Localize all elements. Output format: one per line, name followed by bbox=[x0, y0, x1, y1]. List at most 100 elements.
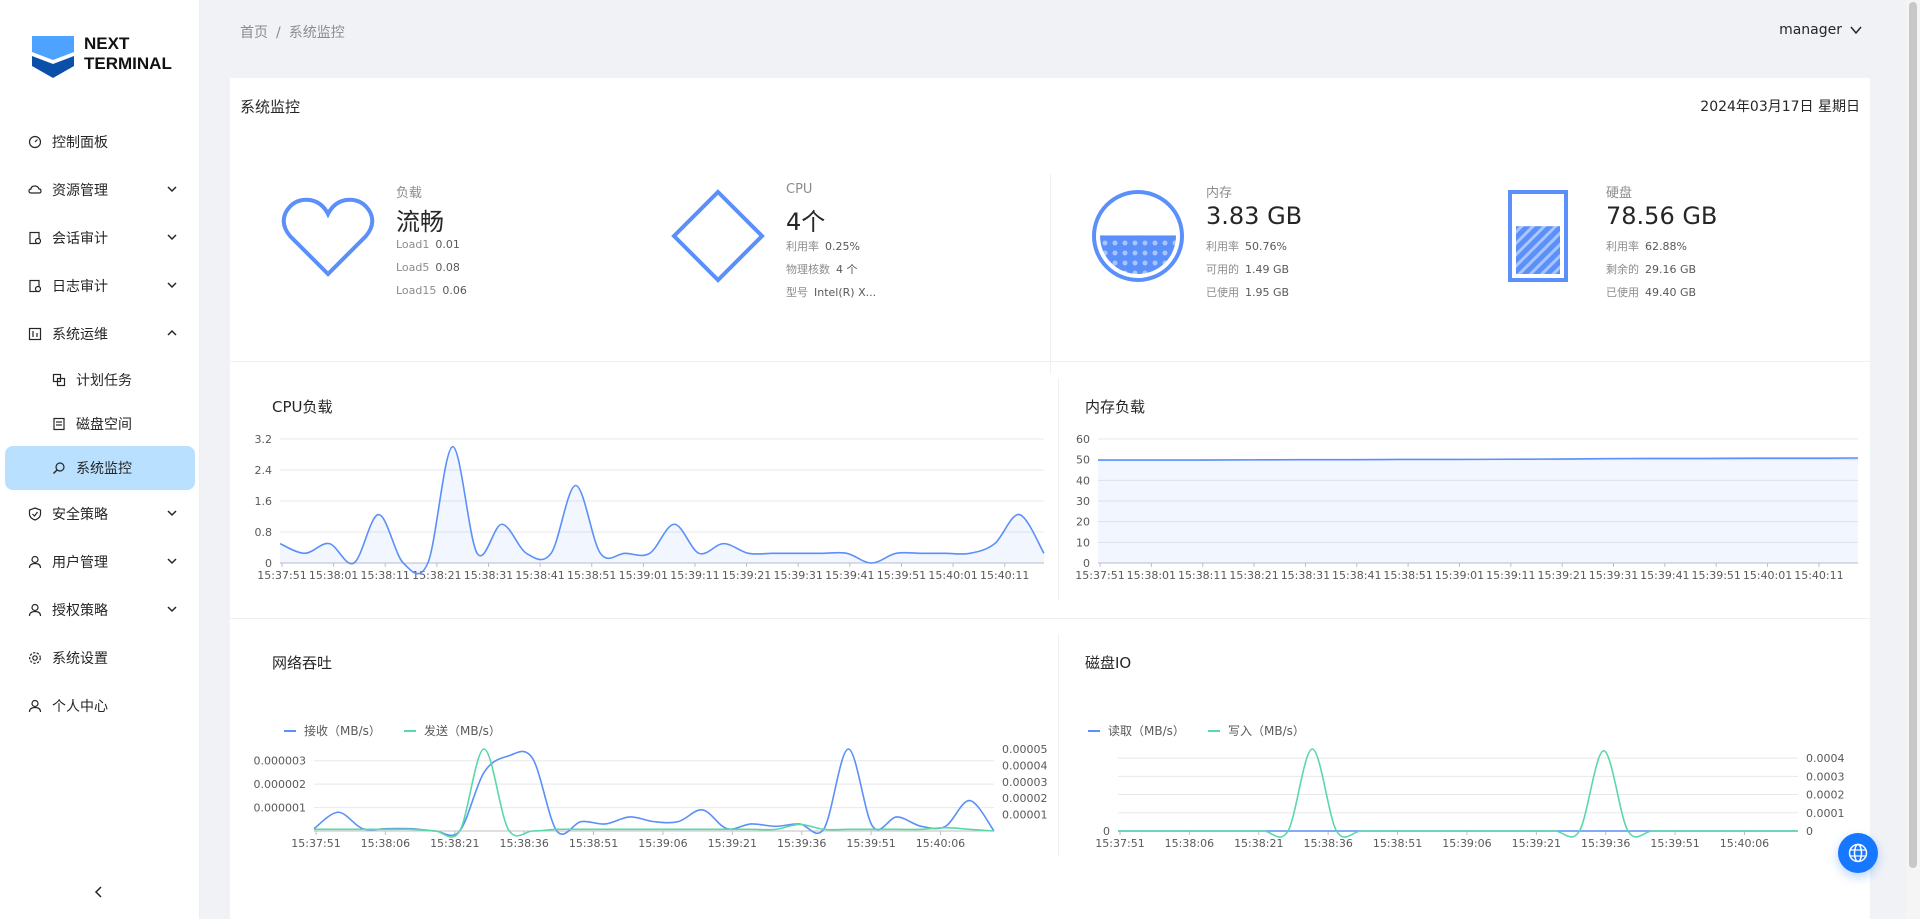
stat-load-label: 负载 bbox=[396, 186, 423, 201]
y-tick-label: 1.6 bbox=[255, 495, 273, 508]
profile-icon bbox=[28, 699, 42, 713]
breadcrumb-separator: / bbox=[276, 25, 281, 41]
series-line bbox=[313, 748, 995, 838]
page-scrollbar[interactable] bbox=[1906, 0, 1920, 919]
stat-disk-free: 剩余的 29.16 GB bbox=[1606, 261, 1696, 277]
x-tick-label: 15:39:21 bbox=[722, 569, 771, 582]
log-icon bbox=[29, 279, 42, 293]
x-tick-label: 15:38:31 bbox=[1281, 569, 1330, 582]
x-tick-label: 15:38:06 bbox=[361, 837, 410, 850]
y-right-tick-label: 0.0004 bbox=[1806, 752, 1845, 765]
stat-disk-free-label: 剩余的 bbox=[1606, 263, 1639, 276]
chevron-down-icon bbox=[167, 606, 177, 613]
sidebar-item-security[interactable]: 安全策略 bbox=[0, 490, 200, 538]
audit-icon bbox=[29, 231, 42, 245]
logo[interactable]: NEXT TERMINAL bbox=[32, 30, 172, 78]
chevron-up-icon bbox=[167, 329, 177, 336]
language-button[interactable] bbox=[1838, 833, 1878, 873]
sidebar-item-label: 用户管理 bbox=[52, 555, 108, 571]
gear-icon bbox=[29, 652, 41, 664]
stat-cpu: CPU 4个 利用率 0.25% 物理核数 4 个 型号 Intel(R) X... bbox=[670, 178, 1010, 328]
sidebar-item-system-monitor[interactable]: 系统监控 bbox=[5, 446, 195, 490]
x-tick-label: 15:40:01 bbox=[928, 569, 977, 582]
sidebar-item-scheduled-tasks[interactable]: 计划任务 bbox=[0, 358, 200, 402]
logo-line2: TERMINAL bbox=[84, 54, 172, 73]
sidebar-item-session-audit[interactable]: 会话审计 bbox=[0, 214, 200, 262]
disk-space-icon bbox=[53, 417, 65, 431]
x-tick-label: 15:37:51 bbox=[1075, 569, 1124, 582]
breadcrumb-home[interactable]: 首页 bbox=[240, 25, 268, 41]
breadcrumb-current: 系统监控 bbox=[288, 25, 345, 41]
mem-chart[interactable]: 010203040506015:37:51 15:38:01 15:38:11 15:… bbox=[1058, 423, 1870, 613]
x-tick-label: 15:38:51 bbox=[567, 569, 616, 582]
collapse-sidebar-icon[interactable] bbox=[92, 885, 106, 899]
x-tick-label: 15:39:51 bbox=[1650, 837, 1699, 850]
net-chart[interactable]: 接收（MB/s） 发送（MB/s） 0.000001 0.000002 0.000003… bbox=[230, 679, 1058, 874]
memory-fill bbox=[1100, 235, 1176, 274]
stat-load: 负载 流畅 Load1 0.01 Load5 0.08 Load15 0.06 bbox=[280, 178, 630, 328]
username: manager bbox=[1779, 22, 1842, 38]
stat-mem-used: 已使用 1.95 GB bbox=[1206, 284, 1289, 300]
x-tick-label: 15:39:11 bbox=[1486, 569, 1535, 582]
stat-disk-usage: 利用率 62.88% bbox=[1606, 238, 1687, 254]
sidebar-item-disk-space[interactable]: 磁盘空间 bbox=[0, 402, 200, 446]
x-tick-label: 15:38:01 bbox=[1127, 569, 1176, 582]
x-tick-label: 15:39:11 bbox=[670, 569, 719, 582]
x-tick-label: 15:39:01 bbox=[1435, 569, 1484, 582]
y-tick-label: 0.8 bbox=[255, 526, 273, 539]
x-tick-label: 15:38:01 bbox=[309, 569, 358, 582]
x-tick-label: 15:39:51 bbox=[877, 569, 926, 582]
cpu-chart-title: CPU负载 bbox=[272, 398, 333, 416]
chevron-down-icon bbox=[167, 510, 177, 517]
stat-disk-usage-value: 62.88% bbox=[1645, 240, 1687, 253]
sidebar-item-ops[interactable]: 系统运维 bbox=[0, 310, 200, 358]
scrollbar-thumb[interactable] bbox=[1909, 2, 1917, 868]
x-tick-label: 15:37:51 bbox=[1095, 837, 1144, 850]
tasks-icon bbox=[52, 373, 66, 387]
ops-icon bbox=[28, 327, 42, 341]
series-line bbox=[1117, 748, 1798, 838]
sidebar-item-label: 资源管理 bbox=[52, 183, 108, 199]
x-tick-label: 15:38:36 bbox=[1303, 837, 1352, 850]
stat-cpu-cores-value: 4 个 bbox=[836, 263, 858, 276]
stat-load15-label: Load15 bbox=[396, 284, 437, 297]
x-tick-label: 15:38:21 bbox=[430, 837, 479, 850]
stat-cpu-usage: 利用率 0.25% bbox=[786, 238, 860, 254]
x-tick-label: 15:40:06 bbox=[916, 837, 965, 850]
sidebar-item-label: 控制面板 bbox=[52, 135, 108, 151]
stat-cpu-cores: 物理核数 4 个 bbox=[786, 261, 858, 277]
cpu-chart[interactable]: 00.81.62.43.215:37:51 15:38:01 15:38:11 15:… bbox=[230, 423, 1058, 613]
sidebar-item-dashboard[interactable]: 控制面板 bbox=[0, 118, 200, 166]
y-tick-label: 20 bbox=[1076, 516, 1090, 529]
sidebar-item-log-audit[interactable]: 日志审计 bbox=[0, 262, 200, 310]
y-right-tick-label: 0.00001 bbox=[1002, 809, 1048, 822]
sidebar-item-label: 系统设置 bbox=[52, 651, 108, 667]
x-tick-label: 15:40:01 bbox=[1743, 569, 1792, 582]
sidebar-item-resources[interactable]: 资源管理 bbox=[0, 166, 200, 214]
sidebar-item-settings[interactable]: 系统设置 bbox=[0, 634, 200, 682]
legend-label: 读取（MB/s） bbox=[1108, 724, 1185, 738]
sidebar-item-label: 安全策略 bbox=[52, 507, 108, 523]
stat-disk-used-label: 已使用 bbox=[1606, 286, 1639, 299]
sidebar-item-users[interactable]: 用户管理 bbox=[0, 538, 200, 586]
sidebar-item-label: 磁盘空间 bbox=[76, 417, 132, 433]
sidebar-item-authorization[interactable]: 授权策略 bbox=[0, 586, 200, 634]
sidebar-item-label: 会话审计 bbox=[52, 231, 108, 247]
cloud-icon bbox=[28, 185, 42, 194]
x-tick-label: 15:38:21 bbox=[1229, 569, 1278, 582]
diskio-chart[interactable]: 读取（MB/s） 写入（MB/s）0 00.00010.00020.00030.00… bbox=[1058, 679, 1870, 874]
y-right-tick-label: 0.00002 bbox=[1002, 792, 1048, 805]
x-tick-label: 15:39:51 bbox=[1692, 569, 1741, 582]
user-menu[interactable]: manager bbox=[1779, 22, 1862, 38]
stat-disk-used-value: 49.40 GB bbox=[1645, 286, 1697, 299]
stat-load-value: 流畅 bbox=[396, 208, 444, 236]
y-right-tick-label: 0.0002 bbox=[1806, 789, 1845, 802]
x-tick-label: 15:39:41 bbox=[1640, 569, 1689, 582]
chevron-down-icon bbox=[167, 558, 177, 565]
x-tick-label: 15:39:36 bbox=[777, 837, 826, 850]
stat-load5-label: Load5 bbox=[396, 261, 430, 274]
heart-icon bbox=[281, 197, 375, 277]
stat-disk-free-value: 29.16 GB bbox=[1645, 263, 1697, 276]
sidebar-item-profile[interactable]: 个人中心 bbox=[0, 682, 200, 730]
x-tick-label: 15:39:06 bbox=[1442, 837, 1491, 850]
